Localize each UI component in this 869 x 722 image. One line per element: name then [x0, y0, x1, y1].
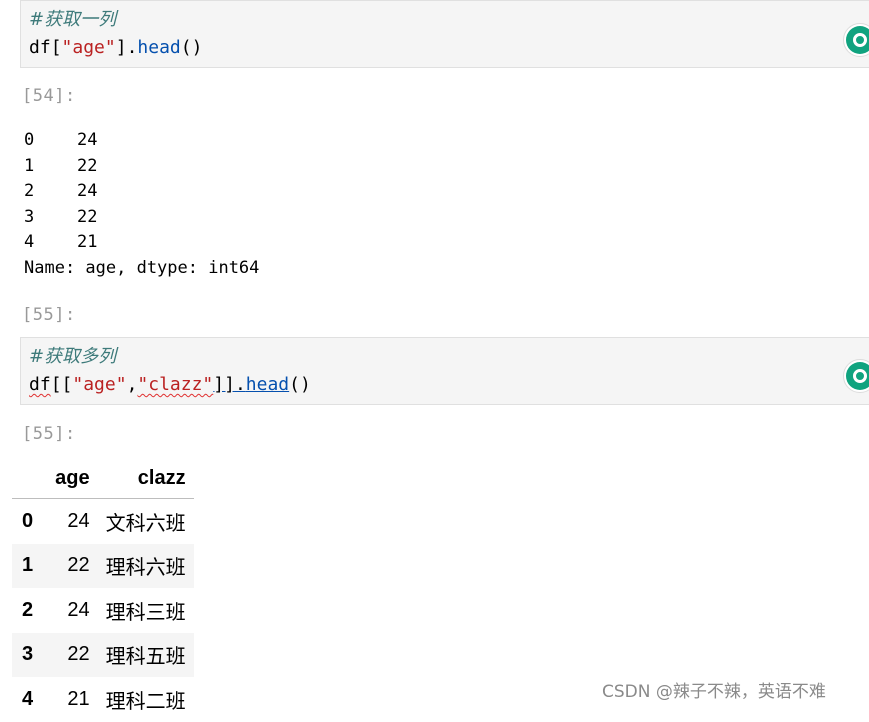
column-header-index — [12, 458, 48, 499]
series-index: 0 — [24, 130, 35, 150]
code-dot: . — [126, 37, 138, 58]
output-prompt: [54]: — [22, 86, 76, 106]
chatgpt-icon[interactable] — [843, 23, 869, 57]
series-row: 3 22 — [24, 205, 259, 231]
code-paren: () — [289, 374, 311, 395]
table-row: 4 21 理科二班 — [12, 677, 194, 722]
cell-age: 22 — [67, 643, 90, 666]
code-cell-1[interactable]: #获取一列 df["age"].head() — [20, 0, 869, 68]
watermark: CSDN @辣子不辣，英语不难 — [602, 682, 826, 702]
chatgpt-icon-bg — [846, 26, 869, 54]
chatgpt-icon[interactable] — [843, 359, 869, 393]
table-row: 3 22 理科五班 — [12, 632, 194, 677]
code-var: df — [29, 37, 51, 58]
series-value: 22 — [77, 155, 98, 176]
cell-age: 24 — [67, 598, 90, 621]
series-row: 2 24 — [24, 179, 259, 205]
series-index: 3 — [24, 206, 35, 227]
code-line[interactable]: df[["age","clazz"]].head() — [29, 374, 311, 396]
chatgpt-icon-ring — [853, 33, 867, 47]
cell-age: 21 — [67, 687, 90, 710]
code-method: head — [137, 37, 181, 58]
series-row: 4 21 — [24, 230, 259, 256]
code-method: head — [245, 374, 290, 395]
row-index: 4 — [22, 687, 34, 710]
cell-clazz: 理科六班 — [105, 557, 186, 580]
code-string: "age" — [61, 37, 116, 58]
cell-clazz: 文科六班 — [105, 512, 186, 535]
cell-clazz: 理科二班 — [105, 690, 186, 713]
row-index: 2 — [22, 598, 34, 621]
table-row: 1 22 理科六班 — [12, 543, 194, 588]
series-value: 24 — [77, 181, 98, 201]
table-header-row: age clazz — [12, 458, 194, 499]
series-row: 1 22 — [24, 154, 259, 180]
series-row: 0 24 — [24, 128, 259, 154]
table-row: 2 24 理科三班 — [12, 588, 194, 633]
column-header-age: age — [47, 458, 98, 499]
cell-age: 22 — [67, 554, 90, 577]
dataframe-table: age clazz 0 24 文科六班 1 22 理科六班 2 24 理科三班 … — [12, 458, 194, 722]
code-comma: , — [126, 374, 138, 395]
column-header-clazz: clazz — [97, 458, 194, 499]
code-bracket: [ — [50, 37, 62, 58]
code-var: df — [29, 374, 51, 395]
series-footer: Name: age, dtype: int64 — [24, 257, 260, 278]
cell-clazz: 理科五班 — [105, 646, 186, 669]
code-string: "age" — [72, 374, 127, 395]
series-index: 2 — [24, 181, 35, 201]
row-index: 3 — [22, 643, 34, 666]
input-prompt: [55]: — [22, 305, 76, 325]
code-comment: #获取一列 — [29, 9, 117, 30]
chatgpt-icon-ring — [853, 369, 867, 383]
code-bracket: ] — [115, 37, 127, 58]
code-bracket: ]] — [213, 374, 235, 395]
series-value: 21 — [77, 232, 98, 252]
series-value: 22 — [77, 206, 98, 227]
code-cell-2[interactable]: #获取多列 df[["age","clazz"]].head() — [20, 337, 869, 405]
series-output: 0 24 1 22 2 24 3 22 4 21 Name: age, dtype: in… — [24, 128, 259, 281]
cell-age: 24 — [67, 509, 90, 532]
chatgpt-icon-bg — [846, 362, 869, 390]
row-index: 0 — [22, 509, 34, 532]
code-dot: . — [234, 374, 246, 395]
code-comment: #获取多列 — [29, 346, 117, 367]
code-line[interactable]: df["age"].head() — [29, 37, 202, 59]
code-string: "clazz" — [137, 374, 214, 395]
table-row: 0 24 文科六班 — [12, 499, 194, 544]
code-bracket: [[ — [50, 374, 73, 395]
cell-clazz: 理科三班 — [105, 601, 186, 624]
series-index: 1 — [24, 155, 35, 176]
output-prompt: [55]: — [22, 424, 76, 444]
code-paren: () — [180, 37, 203, 58]
series-value: 24 — [77, 130, 98, 150]
series-index: 4 — [24, 232, 35, 252]
row-index: 1 — [22, 554, 34, 577]
